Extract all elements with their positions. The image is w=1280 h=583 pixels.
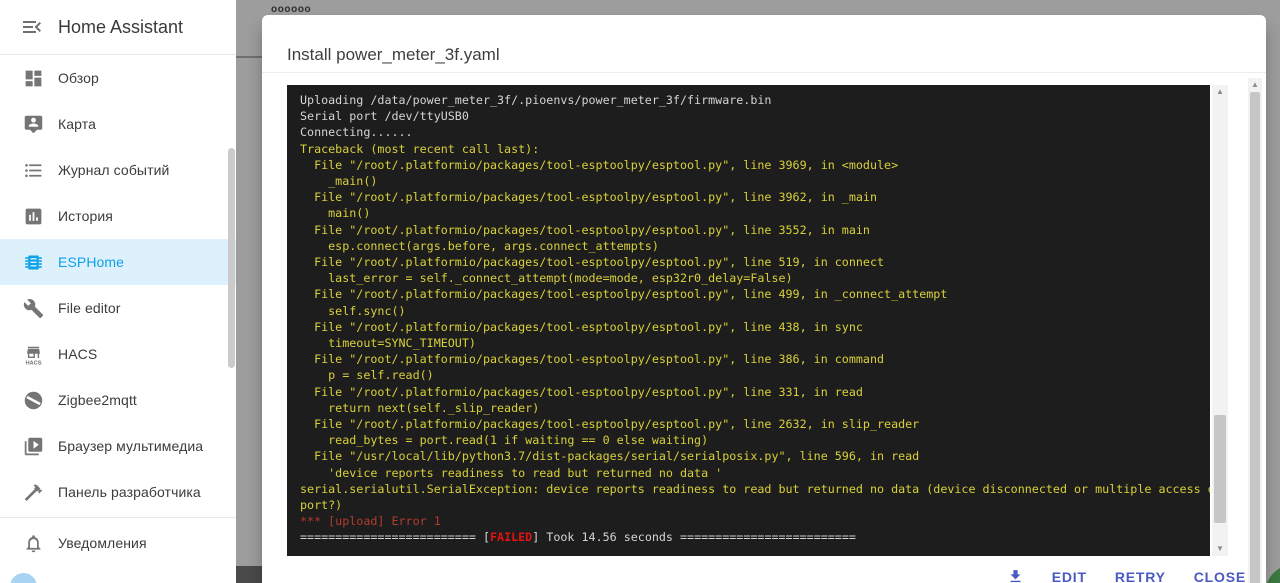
terminal-line: Serial port /dev/ttyUSB0 xyxy=(300,109,469,124)
terminal-line: Traceback (most recent call last): xyxy=(300,141,540,156)
dialog-scrollbar[interactable]: ▲ xyxy=(1248,78,1262,583)
sidebar-item-label: Zigbee2mqtt xyxy=(58,392,137,408)
sidebar-item-label: Обзор xyxy=(58,70,99,86)
dialog-title: Install power_meter_3f.yaml xyxy=(287,45,500,64)
sidebar-item-label: ESPHome xyxy=(58,254,125,270)
wrench-icon xyxy=(21,296,45,320)
terminal-line: read_bytes = port.read(1 if waiting == 0… xyxy=(300,433,709,448)
download-icon[interactable] xyxy=(1007,568,1024,583)
background-bottom-bar xyxy=(236,566,262,583)
sidebar-header: Home Assistant xyxy=(0,0,236,55)
terminal-line: timeout=SYNC_TIMEOUT) xyxy=(300,336,476,351)
terminal-line: File "/root/.platformio/packages/tool-es… xyxy=(300,255,885,270)
background-toolbar-edge xyxy=(236,56,262,58)
sidebar-item-журнал-событий[interactable]: Журнал событий xyxy=(0,147,236,193)
sidebar-item-file-editor[interactable]: File editor xyxy=(0,285,236,331)
terminal-line: last_error = self._connect_attempt(mode=… xyxy=(300,271,793,286)
developer-tools-icon xyxy=(21,480,45,504)
terminal-line: p = self.read() xyxy=(300,368,434,383)
sidebar-item-панель-разработчика[interactable]: Панель разработчика xyxy=(0,469,236,515)
sidebar-item-label: Панель разработчика xyxy=(58,484,201,500)
edit-button[interactable]: EDIT xyxy=(1052,569,1087,583)
chip-icon xyxy=(21,250,45,274)
close-button[interactable]: CLOSE xyxy=(1194,569,1246,583)
sidebar-item-label: File editor xyxy=(58,300,121,316)
map-tooltip-account-icon xyxy=(21,112,45,136)
terminal-log: Uploading /data/power_meter_3f/.pioenvs/… xyxy=(287,85,1210,556)
terminal-line: Connecting...... xyxy=(300,125,413,140)
sidebar-item-zigbee2mqtt[interactable]: Zigbee2mqtt xyxy=(0,377,236,423)
sidebar-item-история[interactable]: История xyxy=(0,193,236,239)
terminal-line: 'device reports readiness to read but re… xyxy=(300,465,723,480)
sidebar-item-esphome[interactable]: ESPHome xyxy=(0,239,236,285)
terminal-line: port?) xyxy=(300,498,343,513)
sidebar-item-hacs[interactable]: HACS HACS xyxy=(0,331,236,377)
sidebar-item-обзор[interactable]: Обзор xyxy=(0,55,236,101)
sidebar-item-карта[interactable]: Карта xyxy=(0,101,236,147)
terminal-line: esp.connect(args.before, args.connect_at… xyxy=(300,238,659,253)
sidebar-scrollbar[interactable] xyxy=(228,148,235,368)
menu-open-icon[interactable] xyxy=(20,15,44,39)
terminal-line: return next(self._slip_reader) xyxy=(300,400,540,415)
sidebar-item-label: Журнал событий xyxy=(58,162,170,178)
terminal-scrollbar-thumb[interactable] xyxy=(1214,415,1226,523)
sidebar-nav: Обзор Карта Журнал событий История ESPHome Fi… xyxy=(0,55,236,566)
sidebar-item-label: История xyxy=(58,208,113,224)
list-bulleted-icon xyxy=(21,158,45,182)
terminal-line: File "/usr/local/lib/python3.7/dist-pack… xyxy=(300,449,920,464)
sidebar-item-label: HACS xyxy=(58,346,98,362)
scroll-up-icon[interactable]: ▲ xyxy=(1212,87,1228,97)
terminal-line: File "/root/.platformio/packages/tool-es… xyxy=(300,417,920,432)
sidebar: Home Assistant Обзор Карта Журнал событий И… xyxy=(0,0,236,583)
hacs-store-icon: HACS xyxy=(21,342,45,366)
svg-text:HACS: HACS xyxy=(25,360,41,364)
terminal-line: Uploading /data/power_meter_3f/.pioenvs/… xyxy=(300,93,772,107)
terminal-line: File "/root/.platformio/packages/tool-es… xyxy=(300,319,863,334)
sidebar-item-label: Уведомления xyxy=(58,535,147,551)
dialog-divider xyxy=(262,72,1266,73)
terminal-line: *** [upload] Error 1 xyxy=(300,514,441,529)
dashboard-icon xyxy=(21,66,45,90)
sidebar-item-label: Карта xyxy=(58,116,96,132)
scroll-down-icon[interactable]: ▼ xyxy=(1212,544,1228,554)
terminal-line: serial.serialutil.SerialException: devic… xyxy=(300,481,1210,496)
terminal-line: self.sync() xyxy=(300,303,406,318)
terminal-line: File "/root/.platformio/packages/tool-es… xyxy=(300,190,877,205)
terminal-line: File "/root/.platformio/packages/tool-es… xyxy=(300,287,948,302)
sidebar-item-браузер-мультимедиа[interactable]: Браузер мультимедиа xyxy=(0,423,236,469)
terminal-line: File "/root/.platformio/packages/tool-es… xyxy=(300,384,863,399)
install-dialog: Install power_meter_3f.yaml Uploading /d… xyxy=(262,15,1266,583)
esphome-add-fab xyxy=(1265,564,1280,583)
sidebar-item-label: Браузер мультимедиа xyxy=(58,438,204,454)
terminal-line: main() xyxy=(300,206,371,221)
terminal-line: _main() xyxy=(300,174,378,189)
zigbee-icon xyxy=(21,388,45,412)
history-chart-icon xyxy=(21,204,45,228)
terminal-line: File "/root/.platformio/packages/tool-es… xyxy=(300,352,885,367)
terminal-line: ========================= [FAILED] Took … xyxy=(300,530,856,545)
terminal-line: File "/root/.platformio/packages/tool-es… xyxy=(300,222,870,237)
terminal-line: File "/root/.platformio/packages/tool-es… xyxy=(300,157,899,172)
retry-button[interactable]: RETRY xyxy=(1115,569,1166,583)
dialog-footer: EDIT RETRY CLOSE xyxy=(1007,568,1246,583)
dialog-scrollbar-thumb[interactable] xyxy=(1250,92,1260,583)
background-stray-text: oooooo xyxy=(271,4,312,15)
app-title: Home Assistant xyxy=(58,16,184,37)
bell-icon xyxy=(21,531,45,555)
media-browser-icon xyxy=(21,434,45,458)
sidebar-item-уведомления[interactable]: Уведомления xyxy=(0,520,236,566)
scroll-up-icon[interactable]: ▲ xyxy=(1248,80,1262,90)
sidebar-divider xyxy=(0,517,236,518)
avatar[interactable] xyxy=(10,573,37,583)
terminal-scrollbar[interactable]: ▲ ▼ xyxy=(1212,85,1228,556)
